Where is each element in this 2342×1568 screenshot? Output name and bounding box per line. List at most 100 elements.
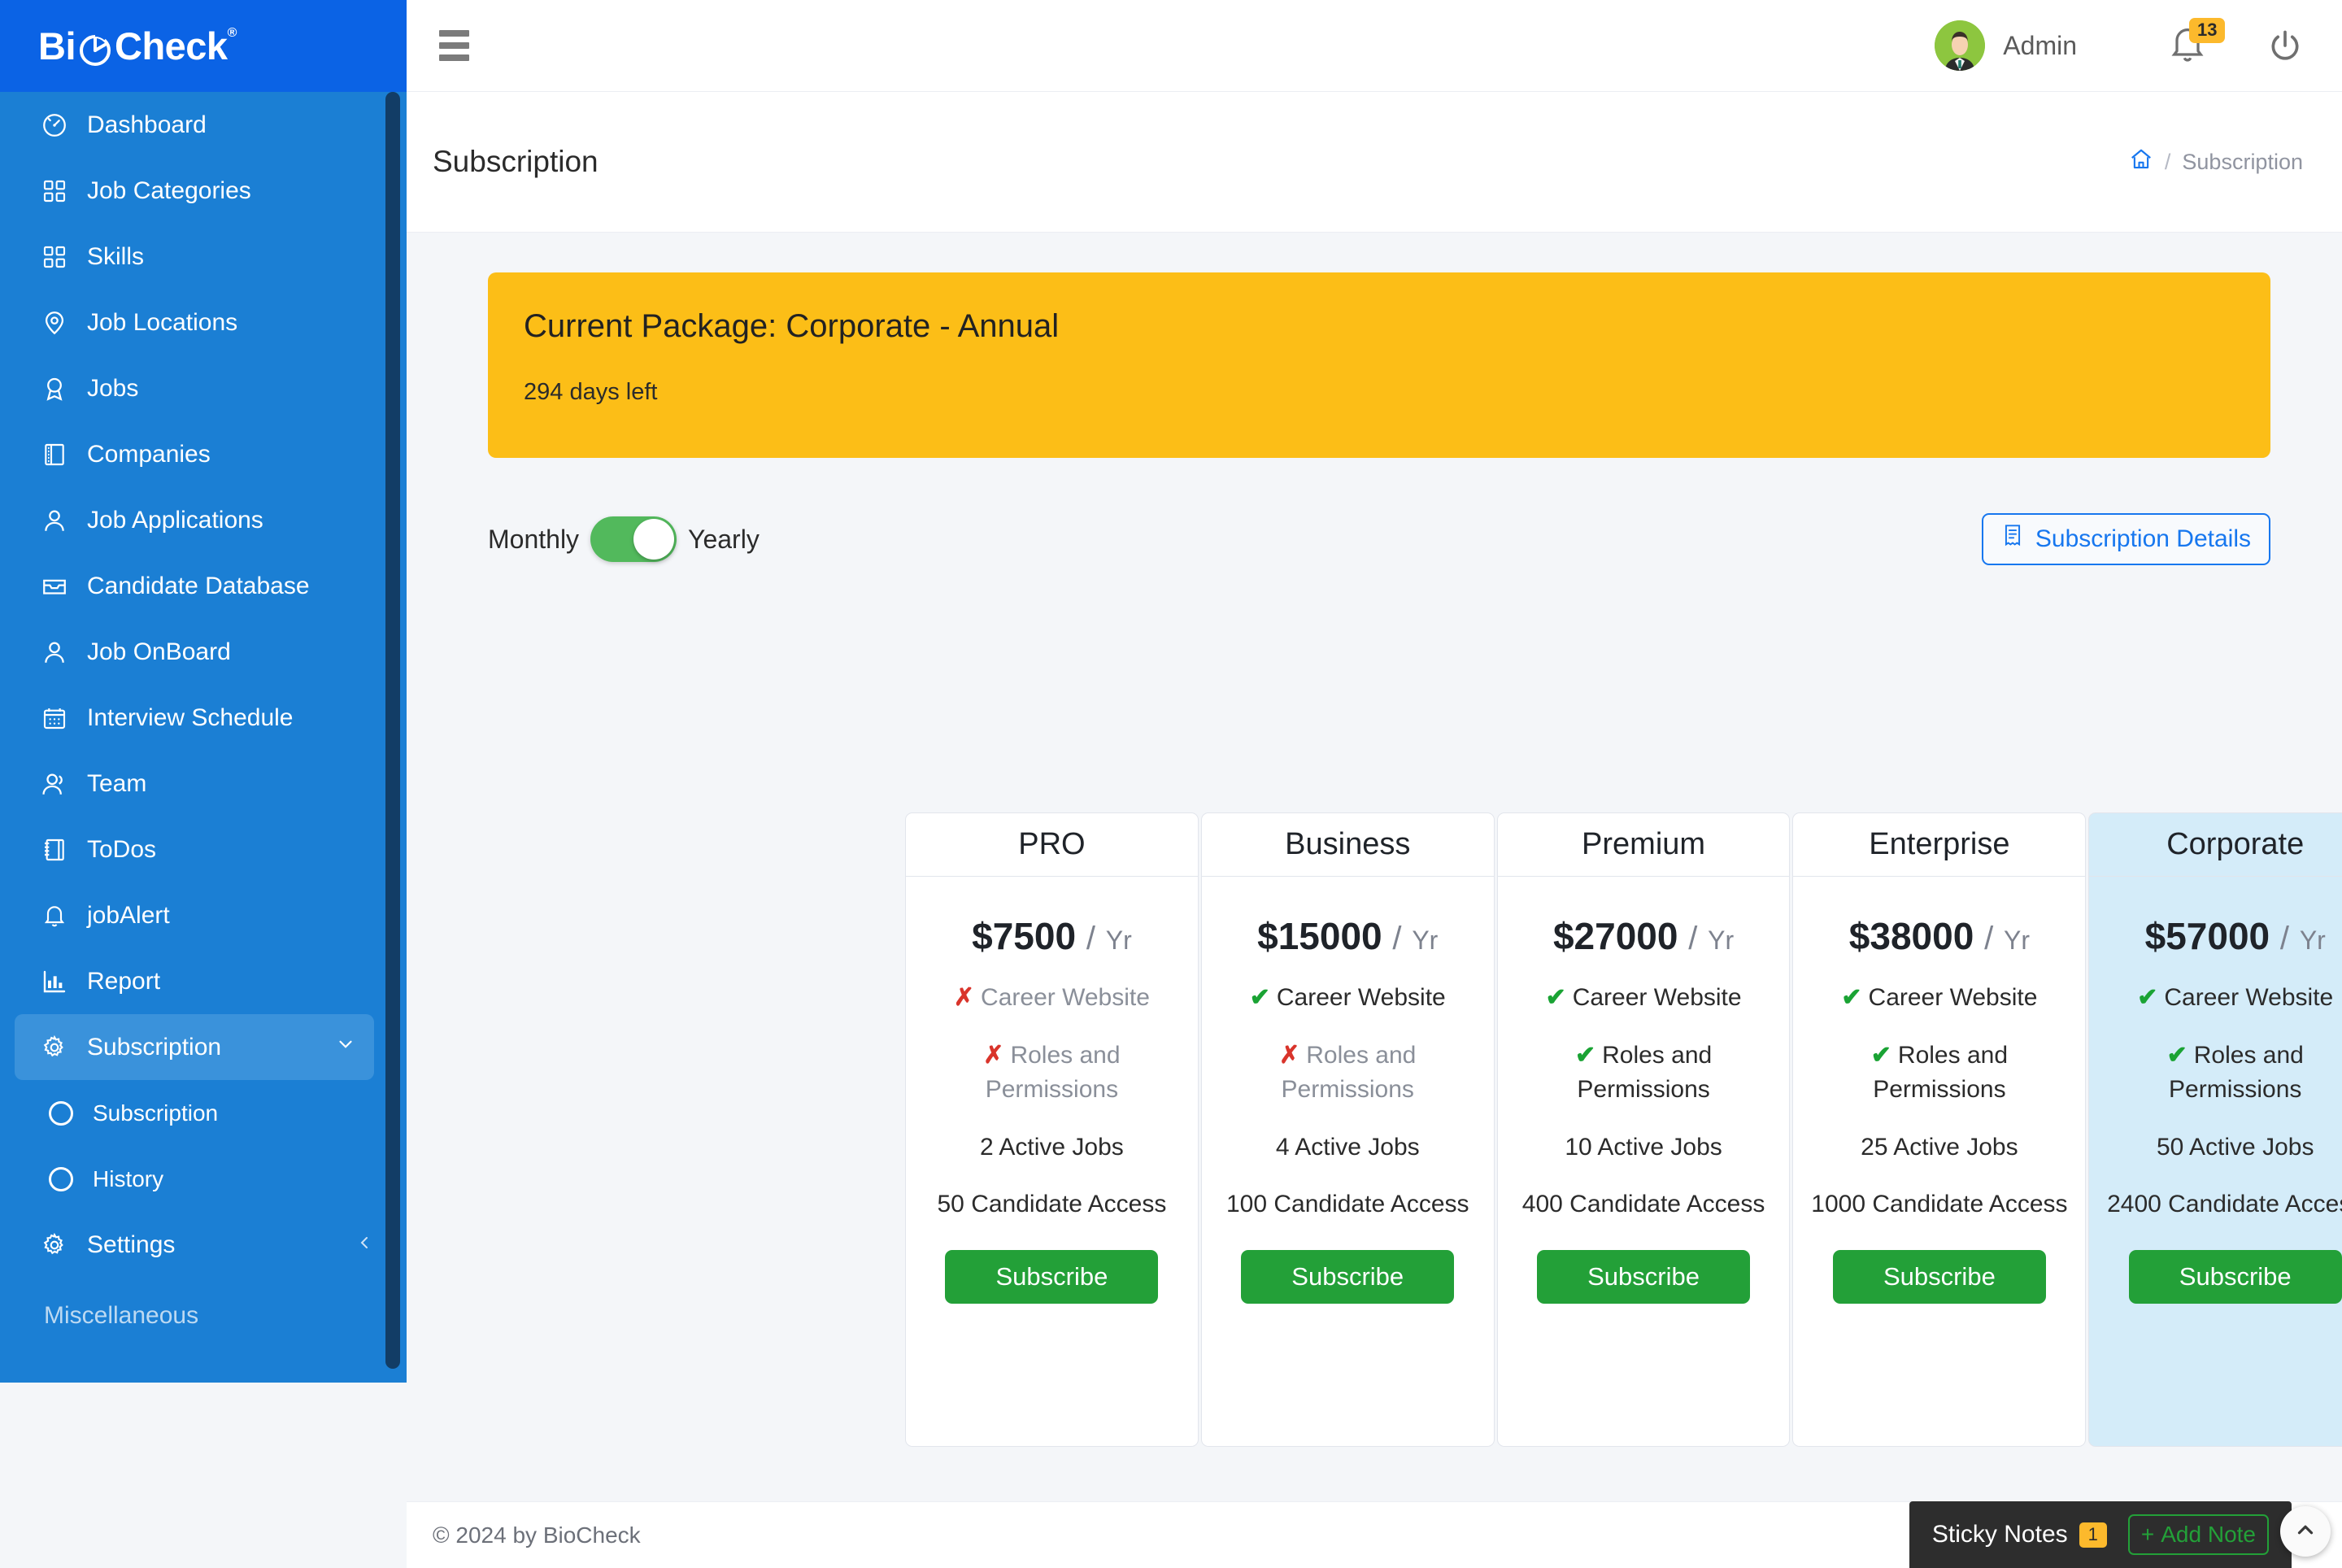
plan-body: $7500 / Yr ✗ Career Website ✗ Roles and Pe…	[906, 877, 1198, 1446]
plan-price: $7500 / Yr	[921, 914, 1183, 958]
plan-price-period: Yr	[1412, 926, 1439, 955]
circle-icon	[49, 1166, 73, 1191]
subscribe-button[interactable]: Subscribe	[1241, 1249, 1455, 1304]
sidebar-item-report[interactable]: Report	[0, 948, 407, 1014]
sidebar-item-job-categories[interactable]: Job Categories	[0, 158, 407, 224]
notebook-icon	[38, 834, 71, 866]
brand-logo[interactable]: Bi Check ®	[0, 0, 407, 92]
feature-active-jobs: 25 Active Jobs	[1861, 1133, 2018, 1161]
plan-price-amount: $27000	[1552, 915, 1678, 957]
pricing-card-business[interactable]: Business $15000 / Yr ✔ Career Website ✗ Ro…	[1200, 812, 1495, 1447]
subscribe-button[interactable]: Subscribe	[1537, 1249, 1751, 1304]
feature-active-jobs: 10 Active Jobs	[1565, 1133, 1722, 1161]
notifications-button[interactable]: 13	[2166, 18, 2226, 68]
sidebar-item-label: Candidate Database	[87, 572, 310, 599]
subscribe-button[interactable]: Subscribe	[945, 1249, 1159, 1304]
power-icon[interactable]	[2267, 28, 2303, 63]
plan-body: $57000 / Yr ✔ Career Website ✔ Roles and P…	[2089, 877, 2342, 1446]
plan-name: Business	[1201, 813, 1494, 877]
toggle-knob	[633, 519, 675, 560]
plan-price-period: Yr	[1105, 926, 1132, 955]
chevron-down-icon	[335, 1034, 356, 1061]
sidebar-item-candidate-database[interactable]: Candidate Database	[0, 553, 407, 619]
sidebar-item-job-locations[interactable]: Job Locations	[0, 290, 407, 355]
feature-candidate-access: 2400 Candidate Access	[2107, 1191, 2342, 1218]
yearly-label: Yearly	[688, 524, 760, 554]
feature-label: Roles and Permissions	[985, 1041, 1121, 1104]
sidebar-subitem-subscription[interactable]: Subscription	[0, 1080, 407, 1146]
sidebar-item-label: Job OnBoard	[87, 638, 231, 665]
sidebar-item-label: Settings	[87, 1230, 176, 1258]
feature-label: Roles and Permissions	[1281, 1041, 1417, 1104]
sidebar-item-label: jobAlert	[87, 901, 170, 929]
feature-label: Career Website	[981, 984, 1150, 1011]
chevron-up-icon	[2293, 1518, 2318, 1546]
sidebar-subitem-label: Subscription	[93, 1100, 219, 1126]
sidebar-item-jobs[interactable]: Jobs	[0, 355, 407, 421]
plan-price: $57000 / Yr	[2104, 914, 2342, 958]
brand-name-part1: Bi	[38, 24, 76, 68]
add-note-button[interactable]: + Add Note	[2127, 1514, 2269, 1555]
feature-career-website: ✗ Career Website	[921, 981, 1183, 1016]
sidebar-subitem-label: History	[93, 1165, 164, 1191]
plan-price-separator: /	[1086, 921, 1095, 956]
pricing-card-enterprise[interactable]: Enterprise $38000 / Yr ✔ Career Website ✔…	[1792, 812, 2087, 1447]
check-icon: ✔	[2137, 984, 2158, 1011]
sidebar-subitem-history[interactable]: History	[0, 1146, 407, 1212]
pricing-cards: PRO $7500 / Yr ✗ Career Website ✗ Roles an…	[905, 812, 2342, 1447]
hamburger-menu-icon[interactable]	[439, 30, 469, 61]
sidebar-item-job-onboard[interactable]: Job OnBoard	[0, 619, 407, 685]
sidebar-scroll-area: Dashboard Job Categories Skills Job Loca…	[0, 92, 407, 1383]
feature-candidate-access: 400 Candidate Access	[1521, 1191, 1765, 1218]
sidebar-section-miscellaneous: Miscellaneous	[44, 1302, 199, 1329]
plan-price-separator: /	[1392, 921, 1402, 956]
sticky-notes-bar[interactable]: Sticky Notes 1 + Add Note	[1909, 1501, 2292, 1568]
pricing-card-pro[interactable]: PRO $7500 / Yr ✗ Career Website ✗ Roles an…	[905, 812, 1199, 1447]
subscribe-button[interactable]: Subscribe	[1832, 1249, 2046, 1304]
sidebar-item-team[interactable]: Team	[0, 751, 407, 817]
breadcrumb-separator: /	[2164, 149, 2171, 174]
feature-roles-permissions: ✔ Roles and Permissions	[1808, 1039, 2070, 1108]
top-bar: Admin 13	[407, 0, 2342, 92]
cross-icon: ✗	[953, 984, 975, 1011]
sidebar-item-settings[interactable]: Settings	[0, 1212, 407, 1278]
feature-candidate-access: 100 Candidate Access	[1225, 1191, 1469, 1218]
sidebar-item-jobalert[interactable]: jobAlert	[0, 882, 407, 948]
sidebar-item-subscription[interactable]: Subscription	[15, 1014, 374, 1080]
subscribe-button[interactable]: Subscribe	[2128, 1249, 2342, 1304]
plan-name: Corporate	[2089, 813, 2342, 877]
sidebar-item-interview-schedule[interactable]: Interview Schedule	[0, 685, 407, 751]
brand-trademark: ®	[227, 25, 237, 40]
feature-career-website: ✔ Career Website	[1217, 981, 1479, 1016]
sidebar-item-skills[interactable]: Skills	[0, 224, 407, 290]
top-bar-right: Admin 13	[1935, 18, 2342, 71]
sidebar-item-job-applications[interactable]: Job Applications	[0, 487, 407, 553]
page-header: Subscription / Subscription	[407, 92, 2342, 233]
sidebar-item-dashboard[interactable]: Dashboard	[0, 92, 407, 158]
sidebar-scrollbar[interactable]	[385, 92, 400, 1369]
feature-roles-permissions: ✔ Roles and Permissions	[2104, 1039, 2342, 1108]
feature-candidate-access: 1000 Candidate Access	[1811, 1191, 2068, 1218]
billing-switch-row: Monthly Yearly Subscription Details	[488, 508, 2270, 570]
plan-price-amount: $57000	[2144, 915, 2270, 957]
grid-icon	[38, 241, 71, 273]
feature-label: Career Website	[1868, 984, 2038, 1011]
plan-price-amount: $7500	[972, 915, 1077, 957]
sidebar-item-todos[interactable]: ToDos	[0, 817, 407, 882]
days-left-text: 294 days left	[524, 379, 658, 405]
billing-period-toggle[interactable]	[590, 516, 677, 562]
plan-name: Premium	[1497, 813, 1790, 877]
avatar[interactable]	[1935, 20, 1986, 71]
plan-name: Enterprise	[1793, 813, 2086, 877]
pricing-card-premium[interactable]: Premium $27000 / Yr ✔ Career Website ✔ Rol…	[1496, 812, 1791, 1447]
gear-icon	[38, 1031, 71, 1064]
home-icon[interactable]	[2129, 147, 2153, 177]
sidebar-item-companies[interactable]: Companies	[0, 421, 407, 487]
feature-label: Roles and Permissions	[1577, 1041, 1713, 1104]
cross-icon: ✗	[983, 1041, 1004, 1069]
clock-logo-icon	[76, 30, 114, 68]
scroll-to-top-button[interactable]	[2280, 1506, 2331, 1557]
plan-price-separator: /	[1984, 921, 1994, 956]
subscription-details-button[interactable]: Subscription Details	[1981, 513, 2270, 565]
pricing-card-corporate[interactable]: Corporate $57000 / Yr ✔ Career Website ✔ R…	[2088, 812, 2342, 1447]
